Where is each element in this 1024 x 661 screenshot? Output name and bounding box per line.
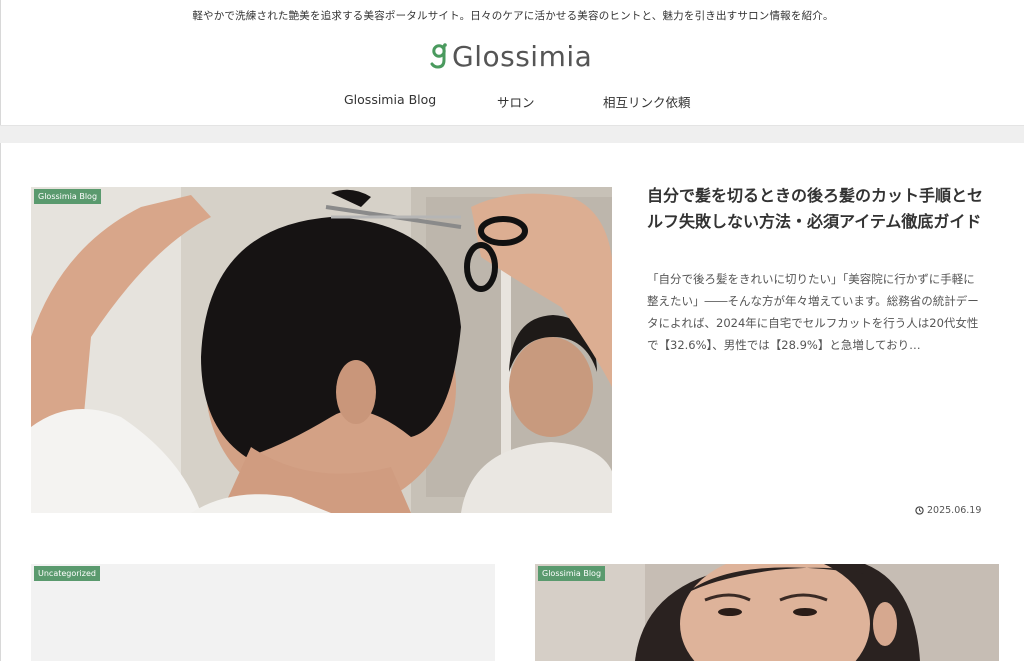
site-logo-text: Glossimia <box>452 39 593 73</box>
featured-post-date: 2025.06.19 <box>915 505 981 516</box>
main-content: Glossimia Blog 自分で髪を切るときの後ろ髪のカット手順とセルフ失敗… <box>0 143 1024 661</box>
date-text: 2025.06.19 <box>927 505 982 516</box>
featured-post-title[interactable]: 自分で髪を切るときの後ろ髪のカット手順とセルフ失敗しない方法・必須アイテム徹底ガ… <box>647 183 987 235</box>
post-card[interactable]: Uncategorized <box>31 564 495 661</box>
main-nav: Glossimia Blog サロン 相互リンク依頼 <box>1 92 1024 114</box>
nav-item-salon[interactable]: サロン <box>497 92 535 111</box>
featured-post-excerpt: 「自分で後ろ髪をきれいに切りたい」「美容院に行かずに手軽に整えたい」――そんな方… <box>647 272 979 352</box>
category-badge[interactable]: Glossimia Blog <box>34 189 102 204</box>
category-badge[interactable]: Glossimia Blog <box>538 566 606 581</box>
header-divider <box>0 125 1024 143</box>
nav-item-glossimia-blog[interactable]: Glossimia Blog <box>344 92 436 107</box>
clock-icon <box>915 506 924 515</box>
nav-item-link-request[interactable]: 相互リンク依頼 <box>603 92 691 111</box>
glossimia-g-logo-icon <box>430 43 447 69</box>
site-logo[interactable]: Glossimia <box>429 39 593 73</box>
site-tagline: 軽やかで洗練された艶美を追求する美容ポータルサイト。日々のケアに活かせる美容のヒ… <box>192 10 834 22</box>
featured-photo <box>31 187 612 513</box>
featured-post-thumbnail[interactable]: Glossimia Blog <box>31 187 612 513</box>
category-badge[interactable]: Uncategorized <box>34 566 100 581</box>
site-header: 軽やかで洗練された艶美を追求する美容ポータルサイト。日々のケアに活かせる美容のヒ… <box>0 0 1024 127</box>
post-card[interactable]: Glossimia Blog <box>535 564 999 661</box>
